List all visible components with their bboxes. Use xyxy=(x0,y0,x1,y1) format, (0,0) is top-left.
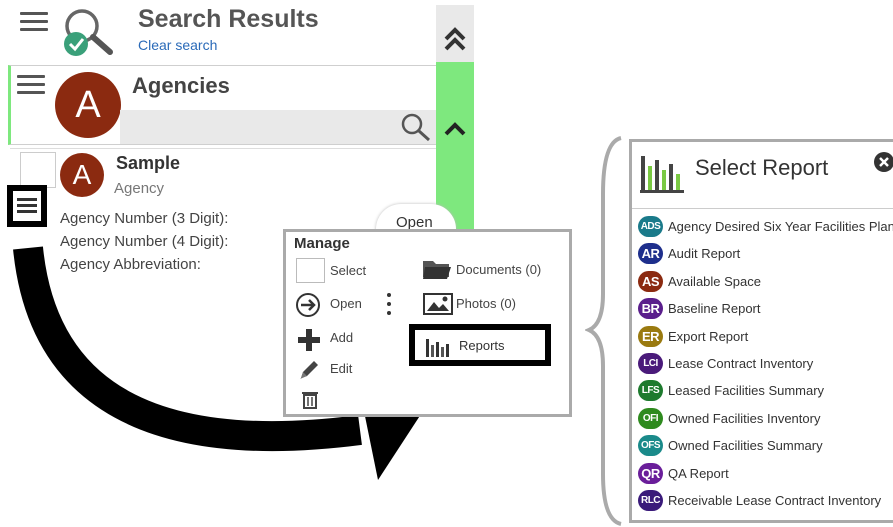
brace-connector xyxy=(585,136,622,526)
reports-button[interactable]: Reports xyxy=(409,324,551,366)
report-label: QA Report xyxy=(668,466,729,481)
report-panel-title: Select Report xyxy=(695,155,829,180)
report-label: Owned Facilities Inventory xyxy=(668,411,821,426)
report-badge: RLC xyxy=(638,490,663,511)
report-badge: AR xyxy=(638,243,663,264)
report-chart-icon xyxy=(639,152,685,194)
manage-select-label[interactable]: Select xyxy=(330,263,366,278)
report-label: Agency Desired Six Year Facilities Plan xyxy=(668,219,893,234)
open-arrow-icon[interactable] xyxy=(295,292,321,318)
report-badge: LCI xyxy=(638,353,663,374)
report-label: Leased Facilities Summary xyxy=(668,383,825,398)
folder-icon[interactable] xyxy=(421,257,453,281)
trash-icon[interactable] xyxy=(300,389,320,409)
pencil-icon[interactable] xyxy=(297,358,321,382)
panel-divider xyxy=(632,208,893,209)
report-label: Export Report xyxy=(668,329,749,344)
report-label: Receivable Lease Contract Inventory xyxy=(668,493,882,508)
manage-select-checkbox[interactable] xyxy=(296,258,325,283)
report-label: Lease Contract Inventory xyxy=(668,356,814,371)
report-badge: OFS xyxy=(638,435,663,456)
more-options-icon[interactable] xyxy=(385,291,393,319)
manage-reports-label: Reports xyxy=(459,338,505,353)
manage-add-label[interactable]: Add xyxy=(330,330,353,345)
manage-open-label[interactable]: Open xyxy=(330,296,362,311)
manage-documents-label[interactable]: Documents (0) xyxy=(456,262,541,277)
close-icon[interactable] xyxy=(874,152,893,172)
report-badge: ADS xyxy=(638,216,663,237)
report-badge: ER xyxy=(638,326,663,347)
plus-icon[interactable] xyxy=(296,327,322,353)
manage-title: Manage xyxy=(294,235,350,252)
report-label: Owned Facilities Summary xyxy=(668,438,823,453)
report-label: Baseline Report xyxy=(668,301,761,316)
bar-chart-icon xyxy=(425,337,453,357)
report-badge: LFS xyxy=(638,380,663,401)
report-badge: AS xyxy=(638,271,663,292)
photo-icon[interactable] xyxy=(423,293,453,315)
report-label: Audit Report xyxy=(668,246,741,261)
report-badge: BR xyxy=(638,298,663,319)
manage-photos-label[interactable]: Photos (0) xyxy=(456,296,516,311)
report-badge: QR xyxy=(638,463,663,484)
report-label: Available Space xyxy=(668,274,761,289)
manage-edit-label[interactable]: Edit xyxy=(330,361,352,376)
report-badge: OFI xyxy=(638,408,663,429)
